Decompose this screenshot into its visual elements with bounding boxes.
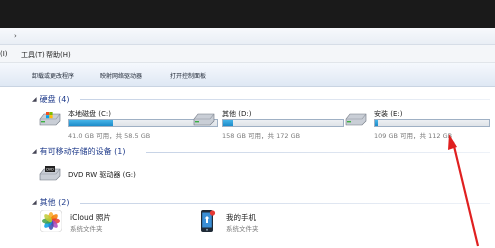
map-network-drive-button[interactable]: 映射网络驱动器: [100, 71, 142, 80]
command-bar: 卸载或更改程序 映射网络驱动器 打开控制面板: [0, 63, 495, 87]
icloud-photos-item[interactable]: iCloud 照片 系统文件夹: [40, 210, 180, 236]
drive-usage-text: 158 GB 可用，共 172 GB: [222, 132, 301, 140]
uninstall-program-button[interactable]: 卸载或更改程序: [32, 71, 74, 80]
svg-text:DVD: DVD: [46, 168, 54, 172]
section-header-other[interactable]: ◢ 其他 (2): [32, 197, 70, 208]
drive-usage-fill: [223, 120, 233, 126]
collapse-triangle-icon[interactable]: ◢: [32, 148, 37, 155]
drive-usage-fill: [69, 120, 114, 126]
item-title: 我的手机: [226, 213, 256, 222]
drive-c[interactable]: 本地磁盘 (C:) 41.0 GB 可用，共 58.5 GB: [38, 109, 218, 141]
photos-icon: [40, 210, 62, 232]
drive-usage-bar: [222, 119, 344, 127]
dvd-drive-icon: DVD: [39, 166, 61, 181]
collapse-triangle-icon[interactable]: ◢: [32, 199, 37, 206]
menu-item-help[interactable]: 帮助(H): [46, 50, 71, 60]
breadcrumb-chevron-icon[interactable]: ›: [14, 32, 17, 40]
section-header-hard-disks[interactable]: ◢ 硬盘 (4): [32, 94, 70, 105]
hard-drive-icon: [345, 113, 367, 126]
my-phone-item[interactable]: 我的手机 系统文件夹: [196, 210, 336, 236]
content-pane: ◢ 硬盘 (4) 本地磁盘 (C:) 41.0 GB 可用，共 58.5 GB 其…: [22, 87, 495, 248]
section-divider: [80, 99, 490, 100]
phone-icon: [201, 210, 216, 232]
item-title: iCloud 照片: [70, 213, 111, 222]
collapse-triangle-icon[interactable]: ◢: [32, 96, 37, 103]
section-divider: [146, 152, 490, 153]
window-top-strip: [0, 0, 495, 28]
hard-drive-icon: [193, 113, 215, 126]
section-title-removable: 有可移动存储的设备 (1): [39, 147, 126, 156]
section-header-removable[interactable]: ◢ 有可移动存储的设备 (1): [32, 146, 126, 157]
navigation-pane-edge: [0, 87, 22, 248]
drive-e[interactable]: 安装 (E:) 109 GB 可用，共 112 GB: [344, 109, 494, 141]
drive-usage-text: 41.0 GB 可用，共 58.5 GB: [68, 132, 151, 140]
menu-item-partial[interactable]: (I): [0, 50, 8, 58]
windows-drive-icon: [39, 112, 61, 126]
menu-item-tools[interactable]: 工具(T): [21, 50, 45, 60]
item-subtitle: 系统文件夹: [70, 225, 103, 233]
drive-d[interactable]: 其他 (D:) 158 GB 可用，共 172 GB: [192, 109, 352, 141]
drive-usage-text: 109 GB 可用，共 112 GB: [374, 132, 453, 140]
drive-name: 其他 (D:): [222, 110, 252, 118]
section-title-other: 其他 (2): [39, 198, 70, 207]
section-title-hard-disks: 硬盘 (4): [39, 95, 70, 104]
drive-name: 安装 (E:): [374, 110, 403, 118]
drive-name: 本地磁盘 (C:): [68, 110, 111, 118]
item-subtitle: 系统文件夹: [226, 225, 259, 233]
drive-usage-bar: [374, 119, 490, 127]
open-control-panel-button[interactable]: 打开控制面板: [170, 71, 206, 80]
drive-name: DVD RW 驱动器 (G:): [68, 171, 136, 179]
drive-usage-fill: [375, 120, 379, 126]
dvd-drive-g[interactable]: DVD DVD RW 驱动器 (G:): [38, 164, 198, 188]
section-divider: [80, 203, 490, 204]
menu-bar: (I) 工具(T) 帮助(H): [0, 45, 495, 63]
address-bar[interactable]: ›: [0, 28, 495, 45]
